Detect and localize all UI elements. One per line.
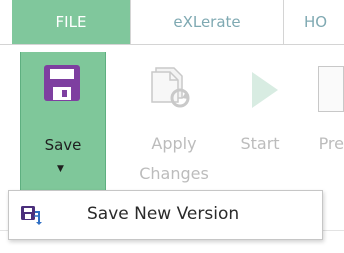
- tab-home[interactable]: HO: [304, 0, 344, 44]
- menu-item-save-new-version[interactable]: Save New Version: [9, 191, 322, 239]
- tab-file[interactable]: FILE: [12, 0, 130, 44]
- floppy-disk-icon: [44, 65, 80, 101]
- start-button[interactable]: Start: [230, 52, 290, 192]
- save-button[interactable]: Save ▼: [20, 52, 106, 192]
- tab-exlerate[interactable]: eXLerate: [130, 0, 284, 44]
- apply-changes-button[interactable]: Apply Changes: [120, 52, 228, 192]
- apply-label: Apply: [151, 134, 197, 153]
- apply-changes-icon: [151, 67, 190, 108]
- changes-label: Changes: [139, 164, 209, 183]
- document-icon: [318, 66, 344, 112]
- caret-down-icon[interactable]: ▼: [57, 164, 64, 174]
- pre-button[interactable]: Pre: [286, 52, 344, 192]
- save-new-version-icon: [21, 206, 42, 225]
- menu-item-label: Save New Version: [87, 204, 240, 224]
- start-label: Start: [240, 134, 280, 153]
- save-label: Save: [44, 136, 82, 154]
- play-icon: [252, 72, 278, 108]
- pre-label: Pre: [318, 134, 344, 153]
- save-dropdown-menu: Save New Version: [8, 190, 323, 240]
- ribbon-tab-bar: FILE eXLerate HO: [0, 0, 344, 44]
